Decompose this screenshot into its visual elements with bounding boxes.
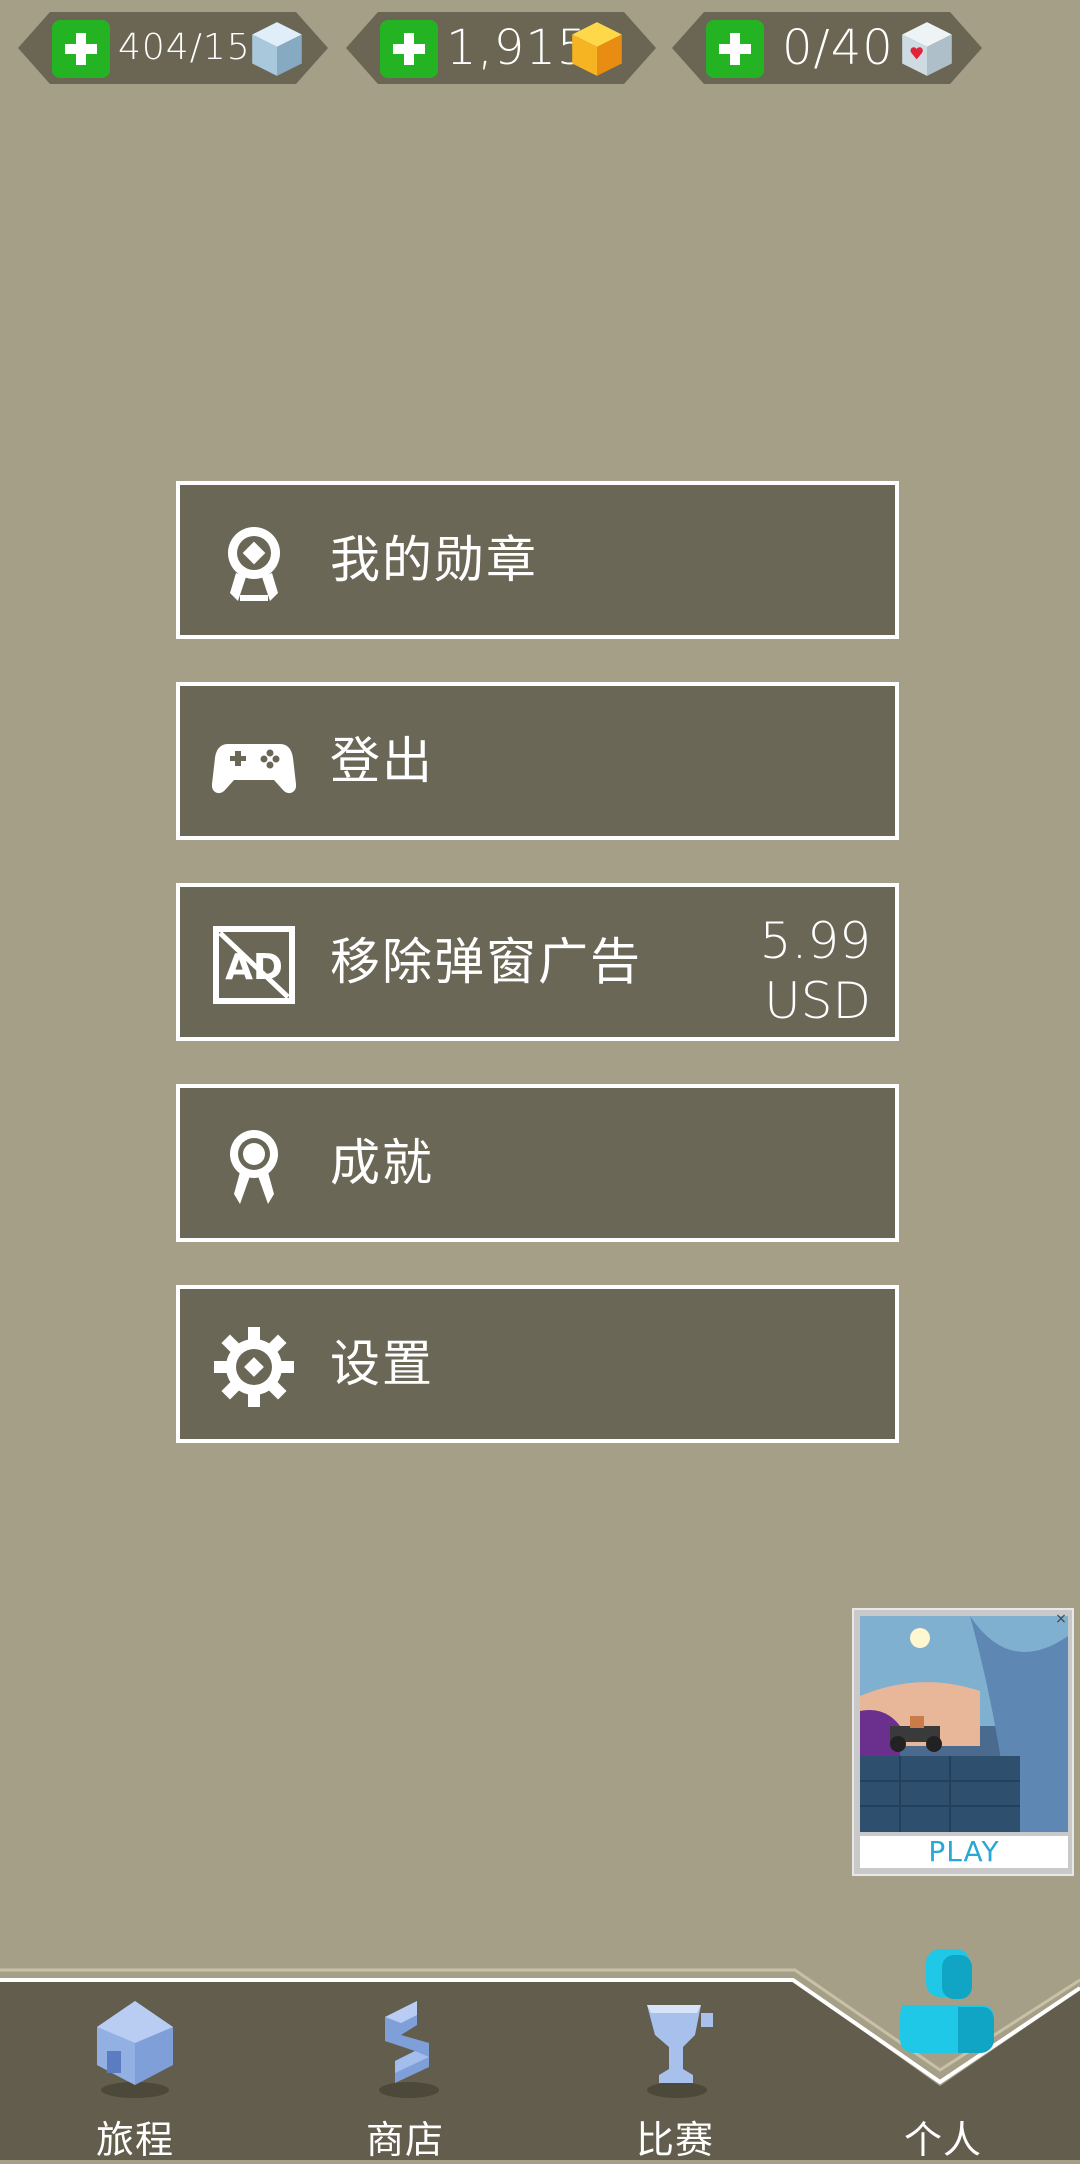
- lives-counter: 0/40: [672, 12, 982, 84]
- price-currency: USD: [764, 972, 871, 1030]
- game-promo-card[interactable]: × PLAY: [852, 1608, 1074, 1876]
- remove-ads-price: 5.99 USD: [711, 911, 871, 1031]
- blue-cube-icon: [246, 18, 308, 80]
- medal-icon: [228, 527, 280, 601]
- settings-button[interactable]: 设置: [176, 1285, 899, 1443]
- promo-thumbnail: [860, 1616, 1068, 1832]
- gamepad-icon: [212, 744, 296, 794]
- energy-counter: 404/15: [18, 12, 328, 84]
- energy-value: 404/15: [118, 27, 251, 68]
- add-coins-button[interactable]: [380, 20, 438, 78]
- price-amount: 5.99: [759, 912, 871, 970]
- trophy-icon: [647, 2005, 713, 2098]
- no-ads-icon: AD: [213, 926, 295, 1004]
- add-lives-button[interactable]: [706, 20, 764, 78]
- nav-journey-label: 旅程: [95, 2118, 174, 2162]
- promo-play-label: PLAY: [860, 1836, 1068, 1868]
- shop-s-icon: [379, 2001, 439, 2098]
- heart-cube-icon: [896, 18, 958, 80]
- logout-button[interactable]: 登出: [176, 682, 899, 840]
- logout-label: 登出: [330, 732, 434, 790]
- nav-profile-tab[interactable]: 个人: [848, 1949, 1038, 2162]
- rosette-icon: [230, 1130, 278, 1204]
- gear-icon: [214, 1327, 294, 1407]
- gold-cube-icon: [566, 18, 628, 80]
- remove-ads-button[interactable]: AD 移除弹窗广告 5.99 USD: [176, 883, 899, 1041]
- add-energy-button[interactable]: [52, 20, 110, 78]
- nav-race-tab[interactable]: 比赛: [580, 1985, 770, 2162]
- nav-journey-tab[interactable]: 旅程: [40, 1985, 230, 2162]
- coins-counter: 1,915: [346, 12, 656, 84]
- nav-shop-label: 商店: [365, 2118, 444, 2162]
- achievements-label: 成就: [330, 1134, 434, 1192]
- lives-value: 0/40: [782, 20, 894, 76]
- remove-ads-label: 移除弹窗广告: [330, 933, 642, 991]
- settings-label: 设置: [330, 1335, 434, 1393]
- my-medals-label: 我的勋章: [330, 531, 538, 589]
- achievements-button[interactable]: 成就: [176, 1084, 899, 1242]
- nav-race-label: 比赛: [635, 2118, 714, 2162]
- nav-profile-label: 个人: [903, 2118, 982, 2162]
- home-cube-icon: [97, 2001, 173, 2098]
- my-medals-button[interactable]: 我的勋章: [176, 481, 899, 639]
- nav-shop-tab[interactable]: 商店: [310, 1985, 500, 2162]
- promo-close-icon[interactable]: ×: [1054, 1612, 1068, 1626]
- person-icon: [900, 1949, 994, 2053]
